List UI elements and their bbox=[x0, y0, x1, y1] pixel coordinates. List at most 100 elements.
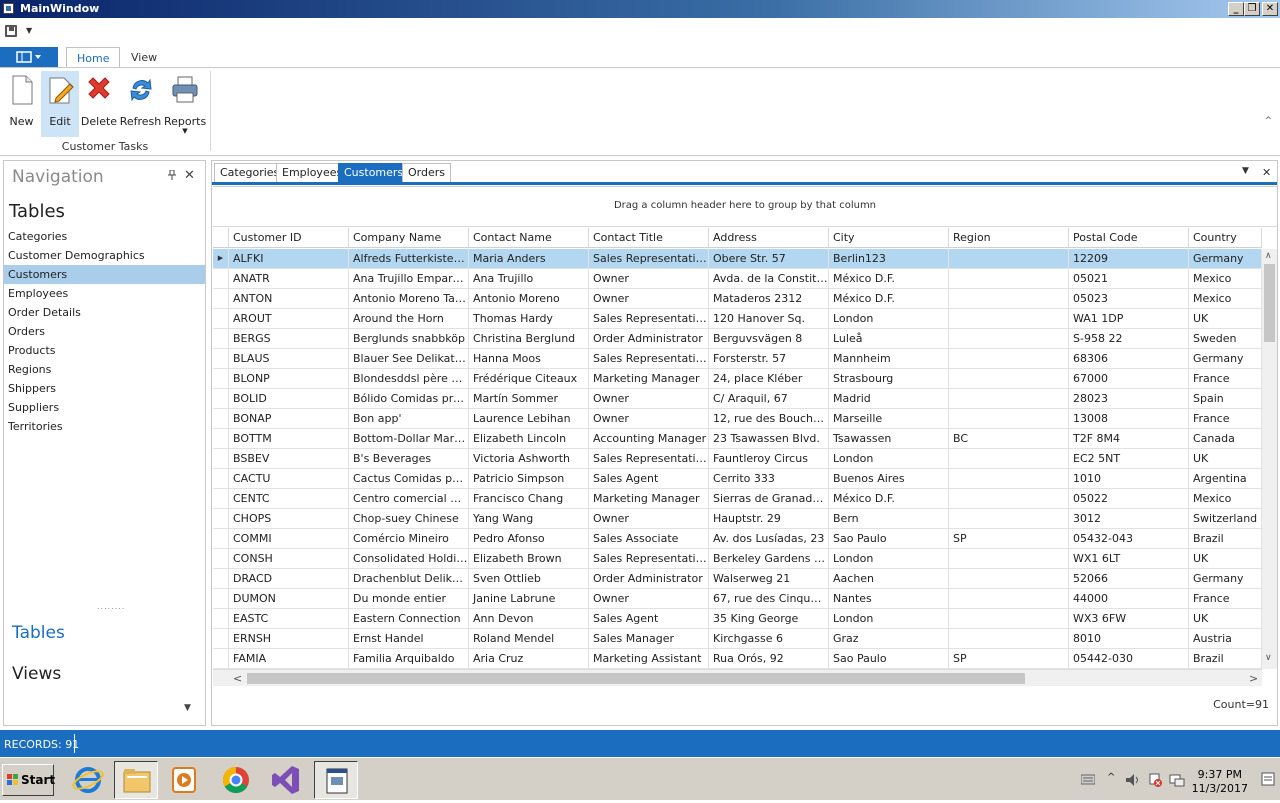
cell-customer-id[interactable]: BLONP bbox=[229, 369, 349, 388]
table-row[interactable]: BLONP Blondesddsl père et… Frédérique Cite… bbox=[213, 369, 1262, 389]
cell-region[interactable] bbox=[949, 409, 1069, 428]
nav-more-icon[interactable]: ▼ bbox=[184, 703, 191, 713]
nav-group-tables[interactable]: Tables bbox=[12, 623, 65, 643]
cell-country[interactable]: UK bbox=[1189, 449, 1262, 468]
cell-contact-name[interactable]: Martín Sommer bbox=[469, 389, 589, 408]
cell-country[interactable]: Germany bbox=[1189, 349, 1262, 368]
cell-contact-title[interactable]: Marketing Assistant bbox=[589, 649, 709, 668]
cell-region[interactable] bbox=[949, 269, 1069, 288]
cell-contact-name[interactable]: Antonio Moreno bbox=[469, 289, 589, 308]
cell-postal-code[interactable]: WX3 6FW bbox=[1069, 609, 1189, 628]
cell-contact-title[interactable]: Accounting Manager bbox=[589, 429, 709, 448]
cell-company-name[interactable]: Du monde entier bbox=[349, 589, 469, 608]
tab-view[interactable]: View bbox=[121, 47, 167, 68]
row-indicator[interactable] bbox=[213, 489, 229, 508]
sidebar-item-shippers[interactable]: Shippers bbox=[4, 379, 205, 398]
cell-region[interactable] bbox=[949, 469, 1069, 488]
cell-postal-code[interactable]: 28023 bbox=[1069, 389, 1189, 408]
cell-city[interactable]: México D.F. bbox=[829, 289, 949, 308]
cell-city[interactable]: Marseille bbox=[829, 409, 949, 428]
cell-company-name[interactable]: Blauer See Delikates… bbox=[349, 349, 469, 368]
new-button[interactable]: New bbox=[4, 71, 39, 137]
start-button[interactable]: Start bbox=[2, 764, 55, 796]
cell-region[interactable] bbox=[949, 389, 1069, 408]
cell-contact-name[interactable]: Ana Trujillo bbox=[469, 269, 589, 288]
cell-contact-title[interactable]: Marketing Manager bbox=[589, 489, 709, 508]
cell-contact-name[interactable]: Sven Ottlieb bbox=[469, 569, 589, 588]
cell-region[interactable] bbox=[949, 249, 1069, 268]
cell-postal-code[interactable]: 12209 bbox=[1069, 249, 1189, 268]
horizontal-scroll-thumb[interactable] bbox=[247, 673, 1025, 684]
cell-company-name[interactable]: B's Beverages bbox=[349, 449, 469, 468]
cell-contact-title[interactable]: Order Administrator bbox=[589, 569, 709, 588]
table-row[interactable]: BONAP Bon app' Laurence Lebihan Owner 12, ru… bbox=[213, 409, 1262, 429]
cell-postal-code[interactable]: 05023 bbox=[1069, 289, 1189, 308]
keyboard-icon[interactable] bbox=[1081, 773, 1095, 785]
cell-contact-title[interactable]: Marketing Manager bbox=[589, 369, 709, 388]
cell-customer-id[interactable]: ALFKI bbox=[229, 249, 349, 268]
table-row[interactable]: ANTON Antonio Moreno Taq… Antonio Moreno Ow… bbox=[213, 289, 1262, 309]
sidebar-item-customers[interactable]: Customers bbox=[4, 265, 205, 284]
cell-customer-id[interactable]: CENTC bbox=[229, 489, 349, 508]
table-row[interactable]: ANATR Ana Trujillo Empared… Ana Trujillo Ow… bbox=[213, 269, 1262, 289]
cell-customer-id[interactable]: BONAP bbox=[229, 409, 349, 428]
cell-address[interactable]: Sierras de Granada… bbox=[709, 489, 829, 508]
taskbar-mainwindow[interactable] bbox=[314, 761, 358, 799]
cell-address[interactable]: Obere Str. 57 bbox=[709, 249, 829, 268]
cell-city[interactable]: Madrid bbox=[829, 389, 949, 408]
cell-region[interactable] bbox=[949, 489, 1069, 508]
qat-dropdown-icon[interactable]: ▼ bbox=[26, 26, 32, 35]
cell-contact-title[interactable]: Sales Associate bbox=[589, 529, 709, 548]
cell-contact-name[interactable]: Hanna Moos bbox=[469, 349, 589, 368]
show-hidden-icons-icon[interactable]: ^ bbox=[1107, 772, 1115, 783]
cell-region[interactable] bbox=[949, 329, 1069, 348]
table-row[interactable]: BSBEV B's Beverages Victoria Ashworth Sales… bbox=[213, 449, 1262, 469]
cell-city[interactable]: London bbox=[829, 309, 949, 328]
row-indicator[interactable] bbox=[213, 529, 229, 548]
cell-customer-id[interactable]: CACTU bbox=[229, 469, 349, 488]
cell-country[interactable]: Mexico bbox=[1189, 289, 1262, 308]
cell-company-name[interactable]: Ernst Handel bbox=[349, 629, 469, 648]
sidebar-item-categories[interactable]: Categories bbox=[4, 227, 205, 246]
cell-company-name[interactable]: Drachenblut Delikate… bbox=[349, 569, 469, 588]
cell-contact-name[interactable]: Ann Devon bbox=[469, 609, 589, 628]
cell-company-name[interactable]: Alfreds Futterkiste M… bbox=[349, 249, 469, 268]
cell-customer-id[interactable]: AROUT bbox=[229, 309, 349, 328]
cell-region[interactable] bbox=[949, 349, 1069, 368]
cell-postal-code[interactable]: 05021 bbox=[1069, 269, 1189, 288]
tab-home[interactable]: Home bbox=[66, 47, 121, 68]
cell-address[interactable]: Forsterstr. 57 bbox=[709, 349, 829, 368]
cell-contact-title[interactable]: Owner bbox=[589, 289, 709, 308]
cell-postal-code[interactable]: 52066 bbox=[1069, 569, 1189, 588]
cell-company-name[interactable]: Chop-suey Chinese bbox=[349, 509, 469, 528]
cell-contact-name[interactable]: Laurence Lebihan bbox=[469, 409, 589, 428]
vertical-scrollbar[interactable]: ∧ ∨ bbox=[1262, 249, 1277, 669]
sidebar-item-customer-demographics[interactable]: Customer Demographics bbox=[4, 246, 205, 265]
column-header-contact-name[interactable]: Contact Name bbox=[469, 228, 589, 248]
table-row[interactable]: CONSH Consolidated Holdings Elizabeth Brow… bbox=[213, 549, 1262, 569]
cell-contact-name[interactable]: Elizabeth Brown bbox=[469, 549, 589, 568]
taskbar-ie[interactable] bbox=[66, 761, 110, 799]
cell-city[interactable]: London bbox=[829, 609, 949, 628]
cell-contact-title[interactable]: Order Administrator bbox=[589, 329, 709, 348]
table-row[interactable]: DRACD Drachenblut Delikate… Sven Ottlieb Or… bbox=[213, 569, 1262, 589]
cell-region[interactable] bbox=[949, 309, 1069, 328]
row-indicator[interactable] bbox=[213, 469, 229, 488]
sidebar-item-territories[interactable]: Territories bbox=[4, 417, 205, 436]
table-row[interactable]: BOTTM Bottom-Dollar Markets Elizabeth Linc… bbox=[213, 429, 1262, 449]
cell-region[interactable] bbox=[949, 509, 1069, 528]
cell-customer-id[interactable]: CONSH bbox=[229, 549, 349, 568]
row-indicator[interactable] bbox=[213, 569, 229, 588]
cell-contact-name[interactable]: Yang Wang bbox=[469, 509, 589, 528]
cell-country[interactable]: France bbox=[1189, 409, 1262, 428]
cell-contact-name[interactable]: Aria Cruz bbox=[469, 649, 589, 668]
cell-address[interactable]: 24, place Kléber bbox=[709, 369, 829, 388]
cell-postal-code[interactable]: WA1 1DP bbox=[1069, 309, 1189, 328]
cell-region[interactable]: SP bbox=[949, 649, 1069, 668]
cell-address[interactable]: 35 King George bbox=[709, 609, 829, 628]
scroll-up-icon[interactable]: ∧ bbox=[1265, 251, 1272, 261]
clock[interactable]: 9:37 PM 11/3/2017 bbox=[1192, 768, 1248, 796]
refresh-button[interactable]: Refresh bbox=[119, 71, 162, 137]
cell-address[interactable]: Kirchgasse 6 bbox=[709, 629, 829, 648]
sidebar-item-orders[interactable]: Orders bbox=[4, 322, 205, 341]
